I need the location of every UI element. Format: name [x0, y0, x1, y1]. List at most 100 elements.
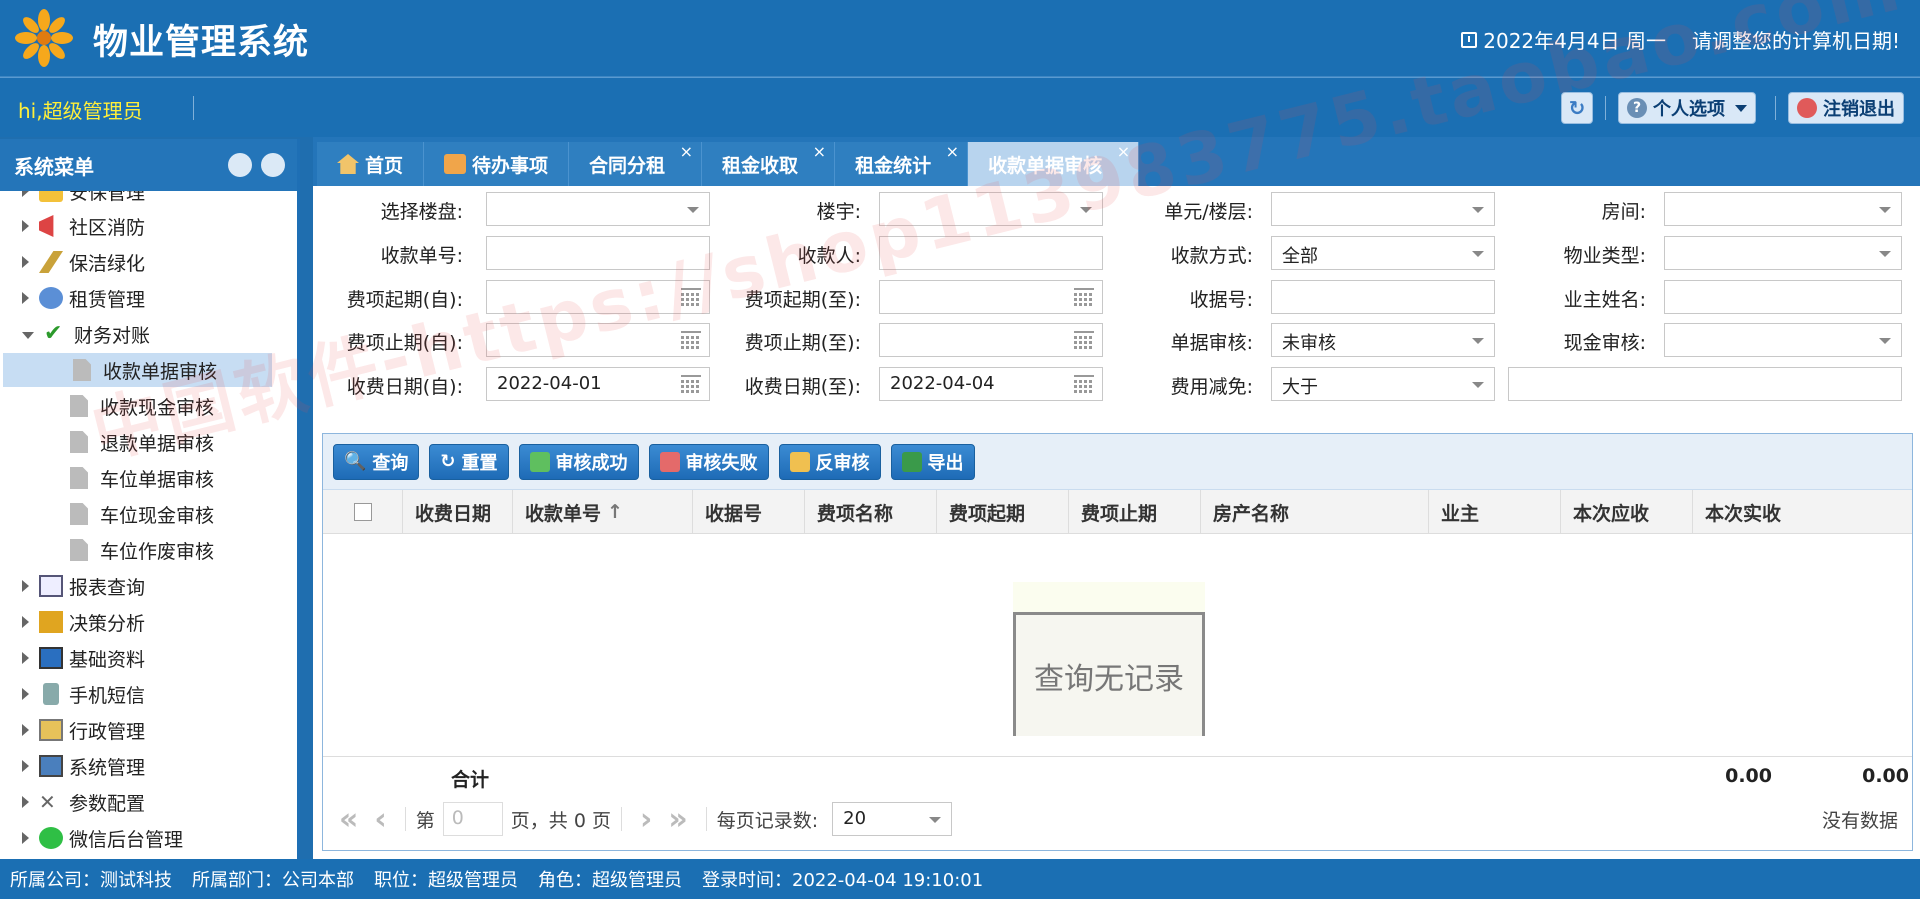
tab-home[interactable]: 首页 — [317, 142, 425, 186]
logout-button[interactable]: 注销退出 — [1788, 92, 1904, 124]
cube-icon — [39, 611, 63, 633]
menu-item-rental[interactable]: 租赁管理 — [0, 281, 272, 315]
fee-end-to-date[interactable] — [879, 323, 1103, 357]
menu-item-basic-data[interactable]: 基础资料 — [0, 641, 272, 675]
per-page-select[interactable]: 20 — [832, 802, 953, 836]
col-owner[interactable]: 业主 — [1429, 490, 1561, 534]
col-property-name[interactable]: 房产名称 — [1201, 490, 1429, 534]
date-text: 2022年4月4日 周一 — [1483, 29, 1666, 53]
next-page-icon[interactable]: › — [640, 802, 652, 837]
pay-date-from-date[interactable]: 2022-04-01 — [486, 367, 710, 401]
menu-item-decision[interactable]: 决策分析 — [0, 605, 272, 639]
cash-audit-select[interactable] — [1664, 323, 1902, 357]
close-icon[interactable]: × — [680, 142, 693, 161]
reset-button[interactable]: ↻ 重置 — [429, 443, 509, 480]
tools-icon: ✕ — [39, 790, 56, 814]
tab-receipt-audit[interactable]: 收款单据审核 × — [968, 142, 1140, 186]
unit-select[interactable] — [1271, 192, 1495, 226]
fee-end-from-date[interactable] — [486, 323, 710, 357]
page-number-input[interactable]: 0 — [442, 802, 503, 836]
property-type-select[interactable] — [1664, 236, 1902, 270]
audit-success-button[interactable]: 审核成功 — [518, 443, 639, 480]
select-all-checkbox-cell[interactable] — [323, 490, 403, 534]
tower-select[interactable] — [879, 192, 1103, 226]
no-data-text: 没有数据 — [1821, 809, 1898, 832]
sidebar-title: 系统菜单 — [14, 154, 94, 179]
audit-fail-button[interactable]: 审核失败 — [648, 443, 769, 480]
first-page-icon[interactable]: « — [339, 802, 358, 837]
close-icon[interactable]: × — [1117, 142, 1130, 161]
unit-label: 单元/楼层: — [1164, 201, 1253, 223]
menu-item-wechat[interactable]: 微信后台管理 — [0, 821, 272, 855]
fee-start-to-date[interactable] — [879, 280, 1103, 314]
receipt-no-input[interactable] — [486, 236, 710, 270]
refresh-button[interactable]: ↻ — [1561, 92, 1593, 124]
audit-revert-button[interactable]: 反审核 — [778, 443, 881, 480]
room-select[interactable] — [1664, 192, 1902, 226]
tab-rent-collection[interactable]: 租金收取 × — [702, 142, 836, 186]
gear-icon[interactable] — [261, 153, 285, 177]
col-voucher-no[interactable]: 收据号 — [693, 490, 805, 534]
menu-item-reports[interactable]: 报表查询 — [0, 569, 272, 603]
user-bar: hi,超级管理员 ↻ ? 个人选项 注销退出 — [0, 77, 1920, 137]
col-fee-name[interactable]: 费项名称 — [805, 490, 937, 534]
menu-item-parking-void-audit[interactable]: 车位作废审核 — [70, 533, 272, 567]
pay-date-to-label: 收费日期(至): — [744, 376, 861, 398]
col-fee-start[interactable]: 费项起期 — [937, 490, 1069, 534]
menu-item-refund-audit[interactable]: 退款单据审核 — [70, 425, 272, 459]
pay-date-to-date[interactable]: 2022-04-04 — [879, 367, 1103, 401]
divider — [193, 96, 194, 120]
close-icon[interactable]: × — [813, 142, 826, 161]
last-page-icon[interactable]: » — [668, 802, 687, 837]
menu-item-finance[interactable]: ✔ 财务对账 — [0, 317, 272, 351]
document-icon — [70, 503, 88, 525]
page-prefix: 第 — [415, 809, 435, 832]
fee-reduce-label: 费用减免: — [1170, 376, 1253, 398]
menu-item-system[interactable]: 系统管理 — [0, 749, 272, 783]
menu-tree: 安保管理 社区消防 保洁绿化 租赁管理 ✔ 财务对账 收款单据审核 收款现金审核 … — [0, 191, 297, 859]
collapse-icon[interactable] — [228, 153, 252, 177]
building-select[interactable] — [486, 192, 710, 226]
col-pay-date[interactable]: 收费日期 — [403, 490, 513, 534]
date-display: 2022年4月4日 周一 请调整您的计算机日期! — [1461, 25, 1900, 54]
pay-method-label: 收款方式: — [1170, 245, 1253, 267]
menu-item-parking-cash-audit[interactable]: 车位现金审核 — [70, 497, 272, 531]
select-all-checkbox[interactable] — [353, 503, 372, 521]
menu-item-security[interactable]: 安保管理 — [0, 191, 272, 208]
tab-contract-sublease[interactable]: 合同分租 × — [569, 142, 703, 186]
menu-item-config[interactable]: ✕ 参数配置 — [0, 785, 272, 819]
status-login-time: 登录时间：2022-04-04 19:10:01 — [702, 870, 984, 891]
computer-icon — [39, 647, 63, 669]
voucher-no-input[interactable] — [1271, 280, 1495, 314]
main-panel: 首页 待办事项 合同分租 × 租金收取 × 租金统计 × 收款单据审核 × 选择楼盘: … — [313, 137, 1920, 859]
menu-item-admin[interactable]: 行政管理 — [0, 713, 272, 747]
date-note[interactable]: 请调整您的计算机日期! — [1692, 25, 1900, 54]
divider — [1605, 96, 1606, 120]
logout-label: 注销退出 — [1823, 99, 1895, 120]
room-label: 房间: — [1601, 201, 1646, 223]
pay-method-select[interactable]: 全部 — [1271, 236, 1495, 270]
prev-page-icon[interactable]: ‹ — [374, 802, 386, 837]
col-fee-end[interactable]: 费项止期 — [1069, 490, 1201, 534]
fee-reduce-amount-input[interactable] — [1508, 367, 1902, 401]
col-received[interactable]: 本次实收 — [1693, 490, 1914, 534]
tab-todo[interactable]: 待办事项 — [424, 142, 570, 186]
fee-reduce-select[interactable]: 大于 — [1271, 367, 1495, 401]
fee-start-from-date[interactable] — [486, 280, 710, 314]
tab-rent-stats[interactable]: 租金统计 × — [835, 142, 969, 186]
owner-name-input[interactable] — [1664, 280, 1902, 314]
col-receivable[interactable]: 本次应收 — [1561, 490, 1693, 534]
menu-item-sms[interactable]: 手机短信 — [0, 677, 272, 711]
payee-input[interactable] — [879, 236, 1103, 270]
menu-item-cash-audit[interactable]: 收款现金审核 — [70, 389, 272, 423]
col-receipt-no[interactable]: 收款单号 ↑ — [513, 490, 693, 534]
export-button[interactable]: 导出 — [890, 443, 975, 480]
menu-item-cleaning[interactable]: 保洁绿化 — [0, 245, 272, 279]
menu-item-parking-receipt-audit[interactable]: 车位单据审核 — [70, 461, 272, 495]
doc-audit-select[interactable]: 未审核 — [1271, 323, 1495, 357]
personal-options-button[interactable]: ? 个人选项 — [1618, 92, 1756, 124]
query-button[interactable]: 🔍 查询 — [333, 443, 420, 480]
close-icon[interactable]: × — [946, 142, 959, 161]
menu-item-fire[interactable]: 社区消防 — [0, 209, 272, 243]
menu-item-receipt-audit[interactable]: 收款单据审核 — [3, 353, 272, 387]
